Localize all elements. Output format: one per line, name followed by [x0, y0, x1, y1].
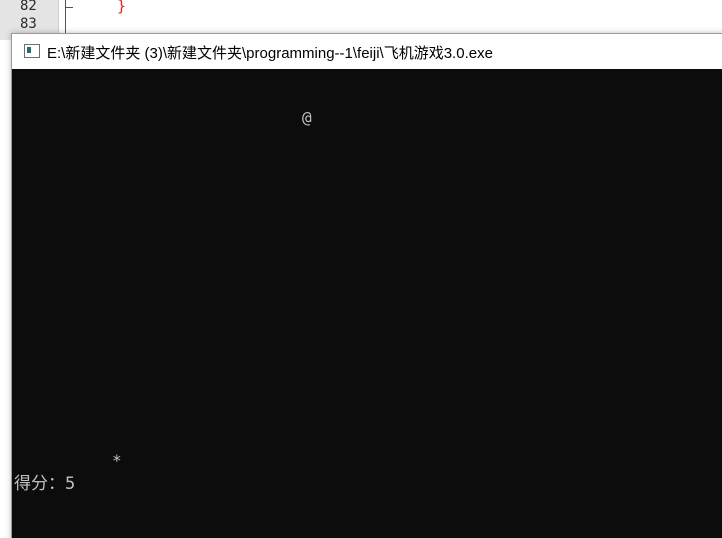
- window-title: E:\新建文件夹 (3)\新建文件夹\programming--1\feiji\…: [47, 45, 493, 62]
- player-plane: @: [302, 108, 312, 127]
- enemy-star: *: [112, 451, 122, 470]
- score-value: 5: [65, 474, 76, 494]
- closing-brace: }: [117, 0, 127, 15]
- score-line: 得分：5: [14, 469, 75, 494]
- console-output[interactable]: @ * 得分：5: [12, 69, 722, 538]
- line-number: 83: [20, 16, 37, 32]
- desktop: 82 83 } E:\新建文件夹 (3)\新建文件夹\programming--…: [0, 0, 722, 538]
- score-label: 得分：: [14, 474, 65, 494]
- window-titlebar[interactable]: E:\新建文件夹 (3)\新建文件夹\programming--1\feiji\…: [12, 34, 722, 69]
- fold-guide-tick: [65, 7, 73, 8]
- console-app-icon: [24, 44, 40, 58]
- console-window[interactable]: E:\新建文件夹 (3)\新建文件夹\programming--1\feiji\…: [11, 33, 722, 538]
- line-number: 82: [20, 0, 37, 14]
